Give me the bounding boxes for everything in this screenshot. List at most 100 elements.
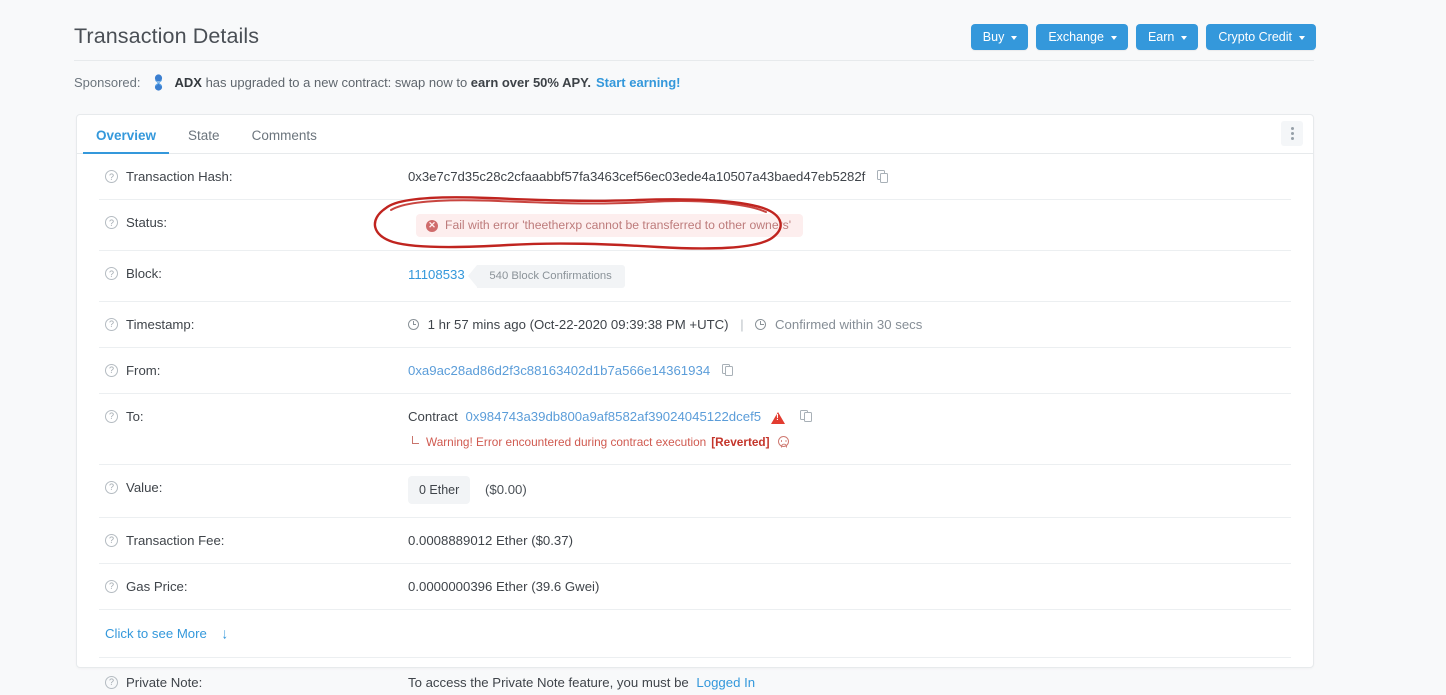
- crypto-credit-button-label: Crypto Credit: [1218, 29, 1292, 44]
- to-warning-reverted: [Reverted]: [711, 434, 770, 449]
- transaction-hash-value: 0x3e7c7d35c28c2cfaaabbf57fa3463cef56ec03…: [408, 169, 866, 184]
- from-address-link[interactable]: 0xa9ac28ad86d2f3c88163402d1b7a566e143619…: [408, 363, 710, 378]
- from-label: From:: [126, 362, 161, 378]
- kebab-dot: [1290, 137, 1294, 140]
- to-label-cell: ? To:: [99, 408, 408, 426]
- row-transaction-hash: ? Transaction Hash: 0x3e7c7d35c28c2cfaaa…: [99, 154, 1291, 200]
- to-address-line: Contract 0x984743a39db800a9af8582af39024…: [408, 408, 1291, 426]
- timestamp-separator: |: [740, 316, 744, 332]
- to-value-cell: Contract 0x984743a39db800a9af8582af39024…: [408, 408, 1291, 451]
- chevron-down-icon: [1299, 35, 1305, 40]
- timestamp-label-cell: ? Timestamp:: [99, 316, 408, 334]
- page-title: Transaction Details: [74, 24, 260, 49]
- sponsored-text: ADX has upgraded to a new contract: swap…: [175, 75, 592, 90]
- chevron-down-icon: [1110, 35, 1117, 40]
- value-ether-pill: 0 Ether: [408, 475, 471, 504]
- to-address-link[interactable]: 0x984743a39db800a9af8582af39024045122dce…: [466, 409, 762, 424]
- value-value-cell: 0 Ether ($0.00): [408, 475, 1291, 504]
- tab-overview[interactable]: Overview: [80, 127, 172, 154]
- help-icon[interactable]: ?: [105, 170, 118, 183]
- row-gas-price: ? Gas Price: 0.0000000396 Ether (39.6 Gw…: [99, 564, 1291, 610]
- transaction-hash-value-cell: 0x3e7c7d35c28c2cfaaabbf57fa3463cef56ec03…: [408, 168, 1291, 186]
- copy-icon[interactable]: [876, 170, 889, 183]
- tab-comments-label: Comments: [251, 127, 317, 143]
- help-icon[interactable]: ?: [105, 579, 118, 593]
- earn-button[interactable]: Earn: [1135, 23, 1199, 51]
- card-tab-bar: Overview State Comments: [77, 115, 1313, 154]
- details-rows: ? Transaction Hash: 0x3e7c7d35c28c2cfaaa…: [77, 154, 1313, 695]
- tree-corner-icon: [412, 436, 419, 445]
- clock-icon: [408, 318, 419, 330]
- tab-list: Overview State Comments: [80, 115, 333, 154]
- buy-button[interactable]: Buy: [970, 23, 1029, 51]
- status-badge-text: Fail with error 'theetherxp cannot be tr…: [445, 218, 792, 232]
- private-note-label-cell: ? Private Note:: [99, 674, 408, 692]
- copy-icon[interactable]: [721, 363, 734, 377]
- confirmed-within-text: Confirmed within 30 secs: [775, 316, 923, 332]
- exchange-button-label: Exchange: [1048, 29, 1104, 44]
- row-status: ? Status: ✕ Fail with error 'theetherxp …: [99, 200, 1291, 252]
- help-icon[interactable]: ?: [105, 317, 118, 331]
- tab-comments[interactable]: Comments: [236, 127, 333, 154]
- block-number-link[interactable]: 11108533: [408, 267, 465, 282]
- from-value-cell: 0xa9ac28ad86d2f3c88163402d1b7a566e143619…: [408, 362, 1291, 380]
- block-confirmations-badge: 540 Block Confirmations: [468, 265, 625, 288]
- block-confirmations-wrap: 540 Block Confirmations: [468, 265, 625, 288]
- kebab-menu-icon[interactable]: [1281, 121, 1303, 146]
- start-earning-link[interactable]: Start earning!: [596, 75, 681, 90]
- copy-icon[interactable]: [800, 409, 812, 423]
- chevron-down-icon: [1011, 35, 1018, 40]
- to-contract-prefix: Contract: [408, 408, 458, 424]
- status-label-cell: ? Status:: [99, 214, 408, 232]
- sponsored-text-before: has upgraded to a new contract: swap now…: [201, 74, 471, 90]
- transaction-details-page: Transaction Details Buy Exchange Earn Cr…: [0, 0, 1446, 695]
- value-label: Value:: [126, 479, 163, 495]
- logged-in-link[interactable]: Logged In: [696, 675, 755, 690]
- row-private-note: ? Private Note: To access the Private No…: [99, 658, 1291, 695]
- transaction-hash-label: Transaction Hash:: [126, 169, 233, 184]
- row-timestamp: ? Timestamp: 1 hr 57 mins ago (Oct-22-20…: [99, 302, 1291, 348]
- status-label: Status:: [126, 215, 168, 230]
- help-icon[interactable]: ?: [105, 480, 118, 494]
- sponsored-brand: ADX: [174, 74, 202, 90]
- gas-price-value: 0.0000000396 Ether (39.6 Gwei): [408, 578, 600, 594]
- sponsored-label: Sponsored:: [74, 74, 141, 90]
- help-icon[interactable]: ?: [105, 363, 118, 377]
- block-label: Block:: [126, 266, 162, 282]
- help-icon[interactable]: ?: [105, 216, 118, 229]
- from-label-cell: ? From:: [99, 362, 408, 380]
- sad-face-icon: [777, 436, 789, 448]
- details-card: Overview State Comments ? Transaction Ha…: [76, 114, 1314, 690]
- help-icon[interactable]: ?: [105, 533, 118, 547]
- block-value-cell: 11108533 540 Block Confirmations: [408, 265, 1291, 288]
- status-value-cell: ✕ Fail with error 'theetherxp cannot be …: [408, 214, 1291, 238]
- see-more-row: Click to see More ↓: [99, 610, 1291, 658]
- sponsored-banner: Sponsored: ADX has upgraded to a new con…: [0, 58, 1446, 92]
- kebab-dot: [1290, 127, 1294, 130]
- earn-button-label: Earn: [1147, 29, 1175, 44]
- block-label-cell: ? Block:: [99, 265, 408, 283]
- help-icon[interactable]: ?: [105, 267, 118, 281]
- transaction-fee-value: 0.0008889012 Ether ($0.37): [408, 532, 573, 548]
- help-icon[interactable]: ?: [105, 675, 118, 689]
- see-more-link[interactable]: Click to see More: [105, 626, 207, 641]
- help-icon[interactable]: ?: [105, 409, 118, 423]
- kebab-dots: [1290, 126, 1294, 141]
- row-value: ? Value: 0 Ether ($0.00): [99, 465, 1291, 518]
- timestamp-label: Timestamp:: [126, 316, 195, 332]
- to-label: To:: [126, 408, 144, 424]
- transaction-fee-label-cell: ? Transaction Fee:: [99, 532, 408, 550]
- adx-logo-icon: [151, 73, 166, 91]
- sponsored-bold-text: earn over 50% APY.: [470, 74, 591, 90]
- status-badge: ✕ Fail with error 'theetherxp cannot be …: [416, 214, 804, 238]
- private-note-value-cell: To access the Private Note feature, you …: [408, 674, 1291, 692]
- exchange-button[interactable]: Exchange: [1036, 23, 1128, 51]
- transaction-hash-label-cell: ? Transaction Hash:: [99, 168, 408, 186]
- crypto-credit-button[interactable]: Crypto Credit: [1206, 23, 1316, 51]
- arrow-down-icon[interactable]: ↓: [222, 625, 229, 642]
- row-from: ? From: 0xa9ac28ad86d2f3c88163402d1b7a56…: [99, 348, 1291, 394]
- tab-state[interactable]: State: [172, 128, 236, 154]
- transaction-fee-label: Transaction Fee:: [126, 532, 225, 548]
- timestamp-value-cell: 1 hr 57 mins ago (Oct-22-2020 09:39:38 P…: [408, 316, 1291, 334]
- tab-overview-label: Overview: [96, 127, 157, 143]
